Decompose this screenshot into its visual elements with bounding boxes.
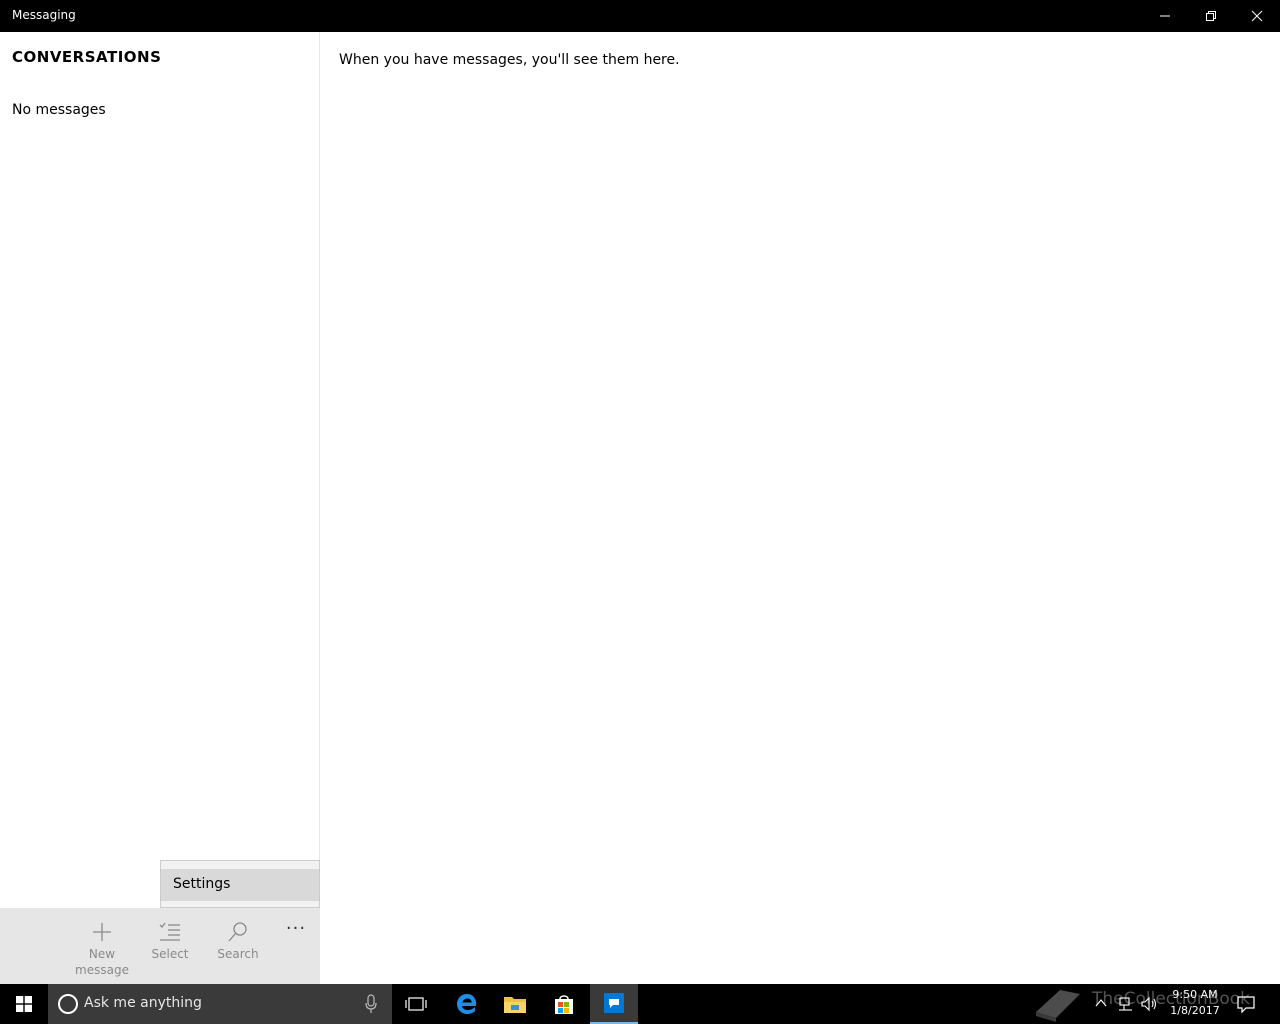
- task-view-button[interactable]: [392, 984, 440, 1024]
- minimize-icon: [1160, 15, 1170, 17]
- search-label: Search: [217, 947, 259, 961]
- store-button[interactable]: [540, 984, 588, 1024]
- settings-menu-item[interactable]: Settings: [161, 869, 319, 901]
- close-button[interactable]: [1234, 0, 1280, 32]
- store-icon: [555, 995, 573, 1014]
- clock-date: 1/8/2017: [1170, 1004, 1220, 1017]
- plus-icon: [93, 923, 111, 941]
- show-hidden-icons-icon[interactable]: [1094, 996, 1108, 1010]
- select-label: Select: [151, 947, 189, 961]
- volume-icon[interactable]: [1141, 996, 1159, 1012]
- new-message-label-line1: New: [88, 947, 116, 961]
- search-button[interactable]: Search: [204, 908, 272, 984]
- new-message-button[interactable]: New message: [68, 908, 136, 984]
- more-menu-popup: Settings: [160, 860, 320, 908]
- start-button[interactable]: [0, 984, 48, 1024]
- action-center-icon[interactable]: [1236, 994, 1256, 1014]
- microphone-icon[interactable]: [364, 994, 378, 1014]
- book-icon: [1036, 990, 1080, 1022]
- search-placeholder: Ask me anything: [84, 995, 202, 1011]
- select-list-icon: [159, 922, 180, 941]
- message-detail-pane: When you have messages, you'll see them …: [321, 32, 1280, 984]
- clock-time: 9:50 AM: [1172, 988, 1218, 1001]
- new-message-label-line2: message: [75, 963, 129, 977]
- close-icon: [1251, 10, 1263, 22]
- more-options-button[interactable]: ···: [276, 908, 316, 984]
- settings-menu-label: Settings: [173, 876, 231, 892]
- taskbar-clock[interactable]: 9:50 AM 1/8/2017: [1166, 987, 1224, 1019]
- network-icon[interactable]: [1118, 996, 1136, 1012]
- edge-icon: [457, 994, 477, 1014]
- no-messages-text: No messages: [12, 102, 106, 118]
- restore-icon: [1206, 11, 1216, 21]
- messaging-taskbar-button[interactable]: [590, 984, 638, 1024]
- messaging-icon: [604, 993, 624, 1013]
- window-title: Messaging: [12, 8, 76, 22]
- empty-state-text: When you have messages, you'll see them …: [339, 52, 680, 68]
- title-bar: Messaging: [0, 0, 1280, 32]
- minimize-button[interactable]: [1142, 0, 1188, 32]
- cortana-icon: [58, 994, 78, 1014]
- more-icon: ···: [285, 918, 307, 939]
- file-explorer-button[interactable]: [491, 984, 539, 1024]
- file-explorer-icon: [504, 997, 526, 1013]
- task-view-icon: [405, 997, 427, 1011]
- search-icon: [228, 922, 247, 942]
- taskbar: Ask me anything TheCollectionBook 9:50 A…: [0, 984, 1280, 1024]
- cortana-search-box[interactable]: Ask me anything: [48, 984, 392, 1024]
- select-button[interactable]: Select: [136, 908, 204, 984]
- conversations-heading: CONVERSATIONS: [12, 48, 162, 66]
- windows-logo-icon: [16, 996, 32, 1012]
- conversations-pane: CONVERSATIONS No messages: [0, 32, 320, 984]
- restore-button[interactable]: [1188, 0, 1234, 32]
- edge-button[interactable]: [443, 984, 491, 1024]
- app-bar: New message Select Search ···: [0, 908, 320, 984]
